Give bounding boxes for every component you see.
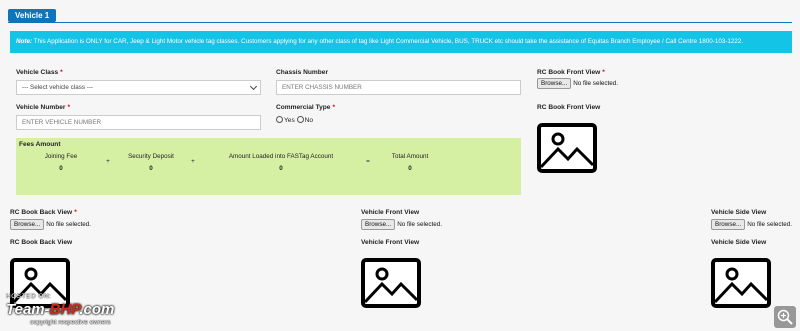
vehicle-front-label: Vehicle Front View — [361, 209, 420, 216]
rc-front-browse-button[interactable]: Browse... — [537, 78, 572, 89]
note-text: This Application is ONLY for CAR, Jeep &… — [33, 38, 744, 45]
fees-amount-title: Fees Amount — [19, 141, 61, 148]
watermark-brand: Team-BHP.com — [6, 301, 115, 318]
rc-back-browse-button[interactable]: Browse... — [10, 219, 45, 230]
joining-fee-label: Joining Fee — [44, 153, 78, 160]
info-note-banner: Note: This Application is ONLY for CAR, … — [10, 31, 792, 53]
required-mark: * — [60, 69, 63, 76]
image-placeholder-icon — [537, 123, 597, 173]
watermark-hosted-on: HOSTED ON: — [6, 293, 52, 300]
rc-front-label: RC Book Front View * — [537, 69, 605, 76]
vehicle-front-file-input: Browse... No file selected. — [361, 219, 443, 230]
vehicle-side-label: Vehicle Side View — [711, 209, 767, 216]
required-mark: * — [332, 104, 336, 111]
note-prefix: Note: — [16, 38, 33, 45]
vehicle-number-input[interactable]: ENTER VEHICLE NUMBER — [16, 115, 261, 130]
vehicle-side-file-input: Browse... No file selected. — [711, 219, 793, 230]
vehicle-section-badge: Vehicle 1 — [8, 9, 57, 22]
rc-back-preview-label: RC Book Back View — [10, 239, 73, 246]
rc-back-file-input: Browse... No file selected. — [10, 219, 92, 230]
vehicle-class-label: Vehicle Class * — [16, 69, 63, 76]
vehicle-front-preview-label: Vehicle Front View — [361, 239, 420, 246]
chassis-number-label: Chassis Number — [276, 69, 329, 76]
security-deposit-label: Security Deposit — [128, 153, 174, 160]
total-amount-label: Total Amount — [391, 153, 429, 160]
plus-operator: + — [106, 158, 110, 165]
vehicle-class-select[interactable]: --- Select vehicle class --- — [16, 80, 261, 95]
magnifier-plus-icon[interactable] — [774, 306, 796, 328]
security-deposit-value: 0 — [149, 165, 153, 172]
fees-amount-panel — [16, 138, 521, 195]
image-placeholder-icon — [361, 258, 421, 308]
joining-fee-value: 0 — [59, 165, 63, 172]
total-amount-value: 0 — [408, 165, 412, 172]
vehicle-front-file-status: No file selected. — [397, 221, 443, 228]
vehicle-side-file-status: No file selected. — [747, 221, 793, 228]
image-placeholder-icon — [711, 258, 771, 308]
fastag-amount-label: Amount Loaded into FASTag Account — [228, 153, 334, 160]
rc-front-preview-label: RC Book Front View — [537, 104, 601, 111]
required-mark: * — [67, 104, 71, 111]
commercial-type-label: Commercial Type * — [276, 104, 336, 111]
rc-front-file-status: No file selected. — [573, 80, 619, 87]
rc-back-label: RC Book Back View * — [10, 209, 77, 216]
rc-front-file-input: Browse... No file selected. — [537, 78, 619, 89]
vehicle-side-browse-button[interactable]: Browse... — [711, 219, 746, 230]
radio-circle-icon — [276, 116, 283, 123]
commercial-type-yes-radio[interactable]: Yes — [276, 116, 295, 124]
commercial-type-radio-group: Yes No — [276, 116, 313, 124]
badge-underline — [8, 22, 792, 23]
required-mark: * — [74, 209, 77, 216]
chassis-number-input[interactable]: ENTER CHASSIS NUMBER — [276, 80, 521, 95]
commercial-type-no-radio[interactable]: No — [296, 116, 313, 124]
plus-operator: + — [191, 158, 195, 165]
vehicle-number-label: Vehicle Number * — [16, 104, 71, 111]
rc-back-file-status: No file selected. — [46, 221, 92, 228]
watermark-copyright: copyright respective owners — [30, 319, 111, 326]
fastag-amount-value: 0 — [279, 165, 283, 172]
radio-circle-icon — [296, 116, 304, 123]
required-mark: * — [602, 69, 605, 76]
chevron-down-icon — [249, 82, 258, 91]
vehicle-front-browse-button[interactable]: Browse... — [361, 219, 396, 230]
vehicle-side-preview-label: Vehicle Side View — [711, 239, 767, 246]
equals-operator: = — [366, 158, 370, 165]
